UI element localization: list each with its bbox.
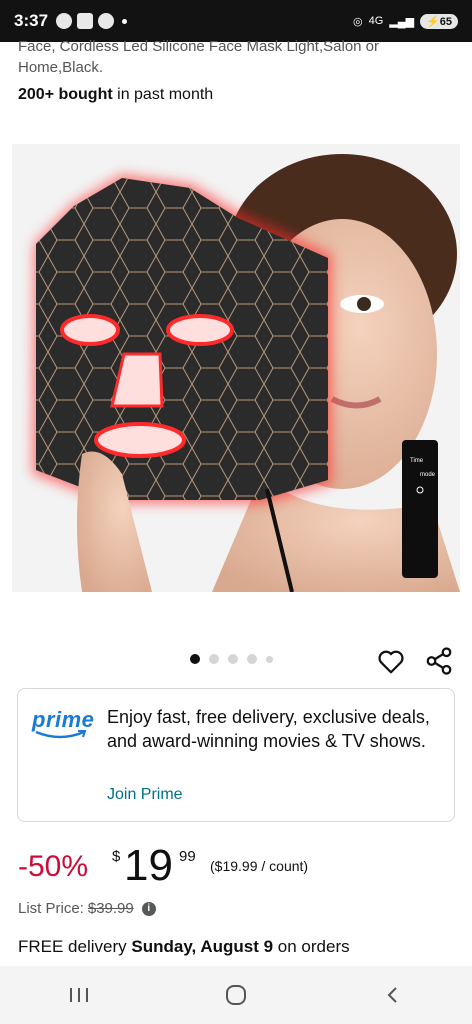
message-icon <box>77 13 94 29</box>
list-price-label: List Price: <box>18 900 84 917</box>
bought-rest: in past month <box>112 86 214 103</box>
recent-apps-icon <box>69 988 88 1002</box>
prime-logo: prime <box>32 707 98 747</box>
status-right: ◎ 4G ▂▄▆ ⚡65 <box>353 13 458 29</box>
bought-count: 200+ bought in past month <box>18 86 213 104</box>
device-label-mode: mode <box>420 472 436 478</box>
unit-price: ($19.99 / count) <box>210 858 309 874</box>
delivery-info: FREE delivery Sunday, August 9 on orders <box>18 936 458 958</box>
prime-message: Enjoy fast, free delivery, exclusive dea… <box>107 707 430 751</box>
whatsapp-icon <box>56 13 73 29</box>
home-icon <box>225 985 246 1005</box>
notification-icons <box>56 13 128 29</box>
battery-indicator: ⚡65 <box>420 13 458 29</box>
more-notifications-dot <box>122 18 128 24</box>
hotspot-icon: ◎ <box>353 15 363 28</box>
delivery-prefix: FREE delivery <box>18 937 132 956</box>
product-image[interactable]: Time mode <box>12 144 460 592</box>
delivery-date: Sunday, August 9 <box>131 937 274 956</box>
pagination-dot[interactable] <box>190 654 200 664</box>
prime-promo-card[interactable]: prime Enjoy fast, free delivery, exclusi… <box>17 688 455 822</box>
product-photo: Time mode <box>12 144 460 592</box>
status-time: 3:37 <box>14 11 49 30</box>
recent-apps-button[interactable] <box>59 980 99 1010</box>
device-label-time: Time <box>410 458 424 464</box>
pagination-dot[interactable] <box>228 654 238 664</box>
system-nav-bar <box>0 966 472 1024</box>
pagination-dot[interactable] <box>209 654 219 664</box>
signal-icon: ▂▄▆ <box>389 15 415 28</box>
share-button[interactable] <box>424 646 454 676</box>
network-type: 4G <box>368 15 384 27</box>
price-row: -50% $ 19 99 ($19.99 / count) <box>18 840 458 892</box>
back-button[interactable] <box>373 980 413 1010</box>
price-currency: $ <box>112 848 121 865</box>
bought-strong: 200+ bought <box>18 86 113 103</box>
price-whole: 19 <box>124 841 173 890</box>
product-title: Face, Cordless Led Silicone Face Mask Li… <box>18 38 380 76</box>
price-fraction: 99 <box>179 848 196 865</box>
discount-percent: -50% <box>18 850 89 883</box>
share-icon <box>426 647 452 675</box>
home-button[interactable] <box>216 980 256 1010</box>
wishlist-button[interactable] <box>376 646 406 676</box>
pagination-dot[interactable] <box>247 654 257 664</box>
heart-icon <box>378 650 404 674</box>
delivery-suffix: on orders <box>273 937 350 956</box>
join-prime-link[interactable]: Join Prime <box>107 786 183 804</box>
info-icon[interactable]: i <box>141 901 156 916</box>
prime-logo-text: prime <box>32 707 95 732</box>
back-chevron-icon <box>387 987 398 1003</box>
list-price-value: $39.99 <box>87 900 134 917</box>
pagination-dot[interactable] <box>266 655 273 663</box>
snapchat-icon <box>98 13 115 29</box>
image-pagination[interactable] <box>190 654 273 664</box>
list-price-row: List Price: $39.99 i <box>18 900 156 917</box>
